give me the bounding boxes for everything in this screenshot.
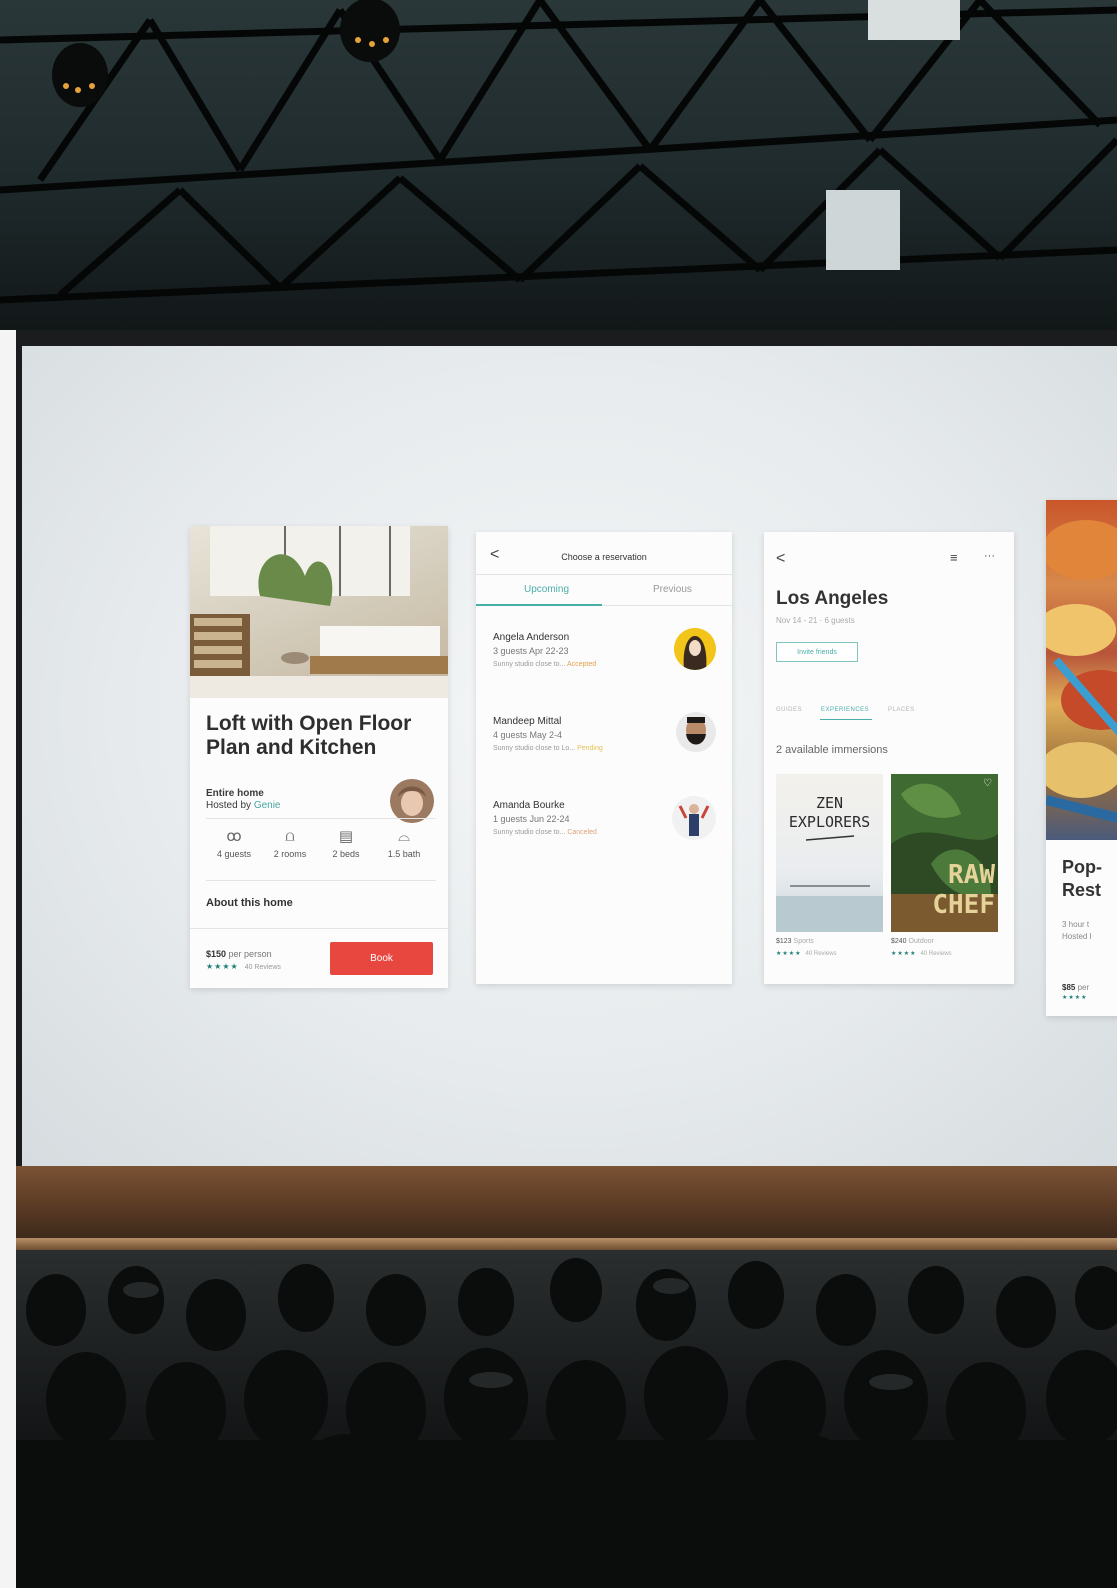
reservation-item[interactable]: Mandeep Mittal 4 guests May 2-4 Sunny st… bbox=[493, 716, 673, 752]
trip-card: < ≡ ··· Los Angeles Nov 14 - 21 · 6 gues… bbox=[764, 532, 1014, 984]
guests-icon: ꝏ bbox=[226, 828, 242, 845]
amenity-rooms: ⩍ 2 rooms bbox=[262, 828, 318, 859]
home-type: Entire home bbox=[206, 788, 264, 799]
reservations-card: < Choose a reservation Upcoming Previous… bbox=[476, 532, 732, 984]
food-photo bbox=[1046, 500, 1117, 840]
about-heading: About this home bbox=[206, 897, 293, 909]
amenities-bottom-divider bbox=[206, 880, 436, 881]
tabs-divider bbox=[602, 605, 732, 606]
invite-friends-button[interactable]: Invite friends bbox=[776, 642, 858, 662]
rooms-icon: ⩍ bbox=[285, 828, 295, 845]
loft-photo bbox=[190, 526, 448, 698]
bath-icon: ⌓ bbox=[398, 828, 410, 845]
stage-lip bbox=[16, 1238, 1117, 1250]
active-tab-indicator bbox=[820, 719, 872, 720]
reservations-header: Choose a reservation bbox=[561, 552, 647, 562]
reservation-item[interactable]: Angela Anderson 3 guests Apr 22-23 Sunny… bbox=[493, 632, 673, 668]
heart-icon[interactable]: ♡ bbox=[983, 778, 992, 789]
listing-title: Loft with Open Floor Plan and Kitchen bbox=[206, 712, 412, 759]
trip-dates: Nov 14 - 21 · 6 guests bbox=[776, 616, 855, 625]
immersions-count: 2 available immersions bbox=[776, 744, 888, 756]
amenity-guests: ꝏ 4 guests bbox=[206, 828, 262, 859]
active-tab-indicator bbox=[476, 604, 602, 606]
poster-price: $240 Outdoor bbox=[891, 938, 934, 945]
restaurant-title: Pop- Rest bbox=[1062, 857, 1102, 900]
book-button[interactable]: Book bbox=[330, 942, 433, 975]
restaurant-card[interactable]: Pop- Rest 3 hour t Hosted l $85 per ★★★★ bbox=[1046, 500, 1117, 1016]
poster-raw-chef[interactable]: RAW CHEF ♡ bbox=[891, 774, 998, 932]
amenities-top-divider bbox=[206, 818, 436, 819]
listing-price: $150 per person bbox=[206, 949, 272, 959]
host-avatar[interactable] bbox=[390, 779, 434, 823]
guest-avatar-amanda[interactable] bbox=[672, 796, 716, 840]
status-accepted: Accepted bbox=[566, 661, 597, 668]
amenity-beds: ▤ 2 beds bbox=[318, 828, 374, 859]
menu-icon[interactable]: ≡ bbox=[950, 550, 958, 565]
listing-card[interactable]: Loft with Open Floor Plan and Kitchen En… bbox=[190, 526, 448, 988]
audience bbox=[16, 1250, 1117, 1588]
restaurant-rating: ★★★★ bbox=[1062, 995, 1088, 1001]
footer-divider bbox=[190, 928, 448, 929]
poster-title: RAW CHEF bbox=[932, 860, 995, 920]
ceiling-truss bbox=[0, 0, 1117, 330]
city-title: Los Angeles bbox=[776, 588, 889, 609]
back-icon[interactable]: < bbox=[776, 550, 785, 568]
poster-price: $123 Sports bbox=[776, 938, 814, 945]
status-canceled: Canceled bbox=[567, 829, 597, 836]
restaurant-host: Hosted l bbox=[1062, 932, 1092, 941]
status-pending: Pending bbox=[577, 745, 603, 752]
tab-places[interactable]: PLACES bbox=[888, 707, 915, 713]
poster-rating: ★★★★ 40 Reviews bbox=[776, 951, 837, 957]
amenity-bath: ⌓ 1.5 bath bbox=[376, 828, 432, 859]
guest-avatar-angela[interactable] bbox=[674, 628, 716, 670]
header-divider bbox=[476, 574, 732, 575]
projection-screen: Loft with Open Floor Plan and Kitchen En… bbox=[22, 346, 1117, 1166]
tab-guides[interactable]: GUIDES bbox=[776, 707, 802, 713]
reservation-item[interactable]: Amanda Bourke 1 guests Jun 22-24 Sunny s… bbox=[493, 800, 673, 836]
beds-icon: ▤ bbox=[338, 828, 354, 845]
guest-avatar-mandeep[interactable] bbox=[676, 712, 716, 752]
restaurant-price: $85 per bbox=[1062, 983, 1090, 992]
tab-upcoming[interactable]: Upcoming bbox=[524, 584, 569, 595]
poster-rating: ★★★★ 40 Reviews bbox=[891, 951, 952, 957]
more-icon[interactable]: ··· bbox=[984, 550, 995, 562]
restaurant-duration: 3 hour t bbox=[1062, 920, 1090, 929]
rating-stars: ★★★★ 40 Reviews bbox=[206, 962, 281, 971]
tab-previous[interactable]: Previous bbox=[653, 584, 692, 595]
host-name-link[interactable]: Genie bbox=[254, 800, 281, 811]
poster-zen-explorers[interactable]: ZEN EXPLORERS bbox=[776, 774, 883, 932]
hosted-by-label: Hosted by bbox=[206, 800, 252, 811]
host-line: Hosted by Genie bbox=[206, 800, 281, 811]
tab-experiences[interactable]: EXPERIENCES bbox=[821, 707, 869, 713]
